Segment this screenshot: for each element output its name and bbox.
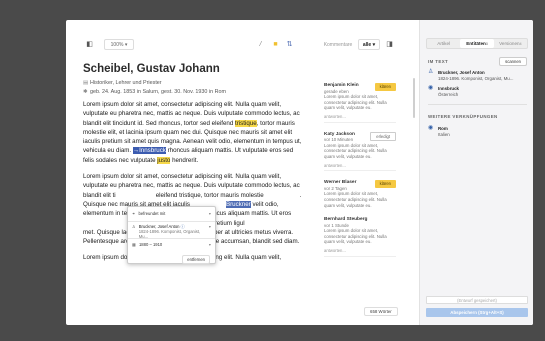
- save-status: (Entwurf gespeichert): [426, 296, 528, 304]
- status-badge[interactable]: klären: [374, 180, 396, 188]
- entity-relation-popup[interactable]: ⚭ befreundet mit ▾ ♙ Bruckner, Josef Ant…: [127, 206, 216, 264]
- chevron-down-icon: ▾: [208, 211, 211, 216]
- comment-text: Lorem ipsum dolor sit amet, consectetur …: [324, 228, 387, 245]
- comment-card[interactable]: Benjamin Klein gerade eben klären Lorem i…: [324, 83, 396, 123]
- comment-text: Lorem ipsum dolor sit amet, consectetur …: [324, 94, 387, 111]
- relation-select[interactable]: ⚭ befreundet mit ▾: [132, 211, 211, 216]
- section-title-linked: WEITERE VERKNÜPFUNGEN: [428, 114, 498, 119]
- tab-article[interactable]: Artikel: [427, 39, 460, 48]
- comments-search[interactable]: Kommentare: [324, 39, 352, 50]
- comment-highlight[interactable]: justo: [157, 156, 171, 164]
- comment-author: Werner Blaser: [324, 180, 357, 186]
- remove-button[interactable]: entfernen: [182, 255, 210, 264]
- comment-icon[interactable]: ■: [271, 40, 280, 49]
- comment-text: Lorem ipsum dolor sit amet, consectetur …: [324, 191, 387, 208]
- section-title-in-text: IM TEXT: [428, 59, 449, 64]
- sidebar-toggle-icon[interactable]: ◧: [85, 40, 94, 49]
- tab-entities[interactable]: Entitäten 3: [460, 39, 494, 48]
- scrollbar[interactable]: [413, 78, 415, 118]
- save-button[interactable]: Abspeichern (Strg+Alt+S): [426, 308, 528, 317]
- chevron-down-icon: ▾: [208, 242, 211, 247]
- page-title: Scheibel, Gustav Johann: [83, 63, 220, 75]
- subtitle-occupation: ▤ Historiker, Lehrer und Priester: [83, 80, 162, 86]
- comment-card[interactable]: Bernhard Steuberg vor 1 Stunde Lorem ipsu…: [324, 217, 396, 257]
- place-icon: ◉: [428, 125, 434, 131]
- comments-column: Benjamin Klein gerade eben klären Lorem i…: [324, 83, 396, 266]
- subtitle-dates: ✱ geb. 24. Aug. 1853 in Salurn, gest. 30.…: [83, 88, 226, 95]
- panel-toggle-icon[interactable]: ◨: [385, 40, 394, 49]
- word-count: 658 Wörter: [364, 307, 398, 316]
- chevron-down-icon: ▾: [208, 224, 211, 229]
- tab-versions[interactable]: Versionen 4: [494, 39, 527, 48]
- occupation-icon: ▤: [83, 80, 89, 86]
- entity-item-rom[interactable]: ◉ Rom Italien: [428, 125, 450, 137]
- comment-author: Bernhard Steuberg: [324, 217, 368, 223]
- calendar-icon: ▦: [132, 242, 136, 247]
- status-badge[interactable]: erledigt: [370, 131, 396, 142]
- comment-text: Lorem ipsum dolor sit amet, consectetur …: [324, 142, 387, 159]
- link-icon: ⚭: [132, 211, 136, 216]
- paragraph[interactable]: Lorem ipsum dolor sit amet, consectetur …: [83, 100, 305, 165]
- italic-icon[interactable]: /: [256, 40, 265, 49]
- star-icon: ✱: [83, 88, 88, 95]
- entity-panel: Artikel Entitäten 3 Versionen 4 IM TEXT sc…: [419, 20, 533, 325]
- comment-card[interactable]: Werner Blaser vor 2 Tagen klären Lorem ip…: [324, 180, 396, 208]
- entity-item-innsbruck[interactable]: ◉ Innsbruck Österreich: [428, 85, 459, 97]
- date-range-select[interactable]: ▦ 1880 – 1910 ▾: [132, 242, 211, 247]
- person-icon: ♙: [132, 224, 136, 229]
- scan-button[interactable]: scannen: [499, 57, 527, 66]
- reply-input[interactable]: antworten...: [324, 114, 396, 123]
- comments-filter-select[interactable]: alle ▾: [358, 39, 380, 50]
- comment-time: vor 10 Minuten: [324, 137, 354, 143]
- entity-item-bruckner[interactable]: ♙ Bruckner, Josef Anton 1824-1896. Kompon…: [428, 69, 513, 81]
- panel-tabs: Artikel Entitäten 3 Versionen 4: [426, 38, 528, 49]
- comment-author: Benjamin Klein: [324, 83, 359, 88]
- person-icon: ♙: [428, 69, 434, 75]
- editor-window: ◧ 100% ▾ / ■ ⇅ Kommentare alle ▾ ◨ Schei…: [66, 20, 533, 325]
- reply-input[interactable]: antworten...: [324, 163, 396, 172]
- place-icon: ◉: [428, 85, 434, 91]
- zoom-select[interactable]: 100% ▾: [104, 39, 134, 50]
- status-badge[interactable]: klären: [374, 83, 396, 91]
- comment-highlight[interactable]: tristique: [235, 119, 257, 127]
- comment-card[interactable]: Katy Jackson vor 10 Minuten erledigt Lore…: [324, 131, 396, 172]
- entity-highlight-bruckner[interactable]: Bruckner: [225, 200, 251, 208]
- structure-icon[interactable]: ⇅: [285, 40, 294, 49]
- entity-highlight-innsbruck[interactable]: →Innsbruck: [132, 147, 166, 155]
- toolbar: ◧ 100% ▾ / ■ ⇅ Kommentare alle ▾ ◨: [66, 20, 419, 60]
- reply-input[interactable]: antworten...: [324, 248, 396, 257]
